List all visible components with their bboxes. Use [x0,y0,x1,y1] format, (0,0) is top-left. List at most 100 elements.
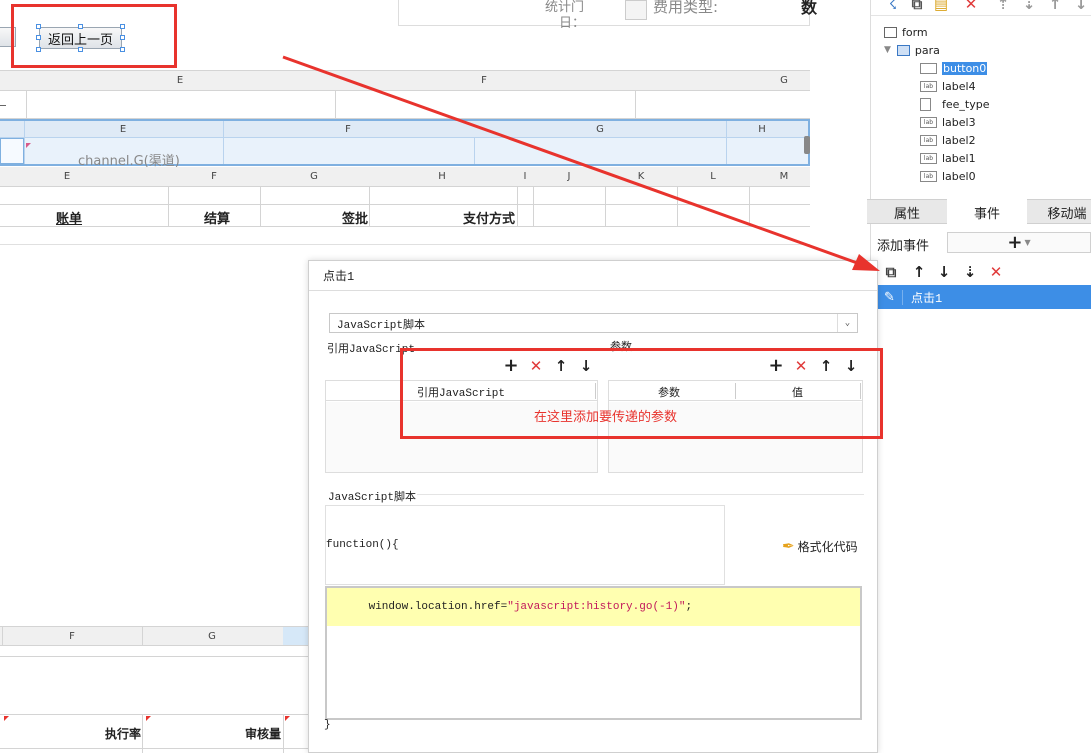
col-header-f[interactable]: F [62,631,82,642]
copy-icon[interactable]: ⧉ [883,264,899,280]
code-line-1[interactable]: window.location.href="javascript:history… [327,588,860,626]
link-icon[interactable]: ☇ [885,0,901,12]
tree-node-para[interactable]: ▼ para [884,42,940,58]
col-header-h[interactable]: H [752,124,772,135]
tree-label: label1 [942,151,976,165]
move-down-icon[interactable]: ↓ [1073,0,1089,12]
code-string: "javascript:history.go(-1)" [507,601,686,613]
event-type-select[interactable]: JavaScript脚本 ⌄ [329,313,858,333]
function-signature: function(){ [326,539,399,551]
code-editor[interactable]: window.location.href="javascript:history… [325,586,862,720]
col-header-m[interactable]: M [774,171,794,182]
label-icon: lab [920,134,937,146]
tree-node-form[interactable]: form [884,24,928,40]
partial-right-text: 数 [801,0,818,17]
tree-node-label1[interactable]: lab label1 [920,150,976,166]
move-bottom-icon[interactable]: ⇣ [962,264,978,280]
add-event-button[interactable]: + ▼ [947,232,1091,253]
tree-label: label3 [942,115,976,129]
tab-properties[interactable]: 属性 [867,200,947,225]
paste-icon[interactable]: ▤ [933,0,949,12]
col-header-h[interactable]: H [432,171,452,182]
col-header-e[interactable]: E [113,124,133,135]
grid4-header: F G [0,626,310,646]
bill-cell[interactable]: 账单 [56,208,82,227]
edit-icon: ✎ [877,289,903,305]
grid3-body: 账单 结算 签批 支付方式 [0,187,810,227]
select-value: JavaScript脚本 [337,320,426,332]
tree-label: label2 [942,133,976,147]
col-header-g[interactable]: G [304,171,324,182]
closing-brace: } [324,719,331,731]
back-button-annotation [11,4,177,68]
event-item-click1[interactable]: ✎ 点击1 [877,285,1091,309]
settle-cell[interactable]: 结算 [204,208,230,227]
col-header-e[interactable]: E [57,171,77,182]
move-up-icon[interactable]: ↑ [1047,0,1063,12]
grid1-row [0,91,810,119]
label-icon: lab [920,116,937,128]
move-up-icon[interactable]: ↑ [911,264,927,280]
stat-label-2: 日： [559,16,586,31]
pay-cell[interactable]: 支付方式 [463,208,515,227]
format-code-button[interactable]: ✒ 格式化代码 [782,537,858,555]
col-header-e[interactable]: E [170,75,190,86]
event-dialog: 点击1 JavaScript脚本 ⌄ 引用JavaScript 参数 + ✕ ↑… [308,260,883,753]
tree-node-button0[interactable]: button0 [920,60,988,76]
col-header-k[interactable]: K [631,171,651,182]
move-top-icon[interactable]: ⇡ [995,0,1011,12]
code-text: ; [685,601,693,613]
tab-mobile[interactable]: 移动端 [1027,200,1091,225]
tab-events[interactable]: 事件 [947,199,1027,225]
fee-type-label: 费用类型: [653,0,719,16]
tree-node-fee-type[interactable]: fee_type [920,96,989,112]
tree-node-label4[interactable]: lab label4 [920,78,976,94]
approve-cell[interactable]: 签批 [342,208,368,227]
tree-node-label3[interactable]: lab label3 [920,114,976,130]
tree-node-label0[interactable]: lab label0 [920,168,976,184]
params-hint: 在这里添加要传递的参数 [534,410,678,425]
combo-icon [920,97,931,111]
tree-label: para [914,43,940,57]
grid3-header: E F G H I J K L M [0,167,810,187]
brush-icon: ✒ [782,537,795,555]
collapse-arrow-icon[interactable]: ▼ [884,45,891,55]
chevron-down-icon[interactable]: ⌄ [837,314,857,332]
move-bottom-icon[interactable]: ⇣ [1021,0,1037,12]
col-header-i[interactable]: I [515,171,535,182]
audit-cell[interactable]: 审核量 [245,725,281,742]
script-label: JavaScript脚本 [328,492,417,504]
delete-icon[interactable]: ✕ [988,264,1004,280]
dropdown-stub[interactable] [625,0,647,20]
tree-toolbar: ☇ ⧉ ▤ ✕ ⇡ ⇣ ↑ ↓ [871,0,1091,16]
tree-node-label2[interactable]: lab label2 [920,132,976,148]
col-header-l[interactable]: L [703,171,723,182]
event-label: 点击1 [911,291,943,306]
params-annotation [400,348,883,439]
form-param-box: 统计门 日： 费用类型: 数 [398,0,817,31]
col-header-f[interactable]: F [204,171,224,182]
tree-label: label0 [942,169,976,183]
dialog-title: 点击1 [309,261,877,291]
rate-cell[interactable]: 执行率 [105,725,141,742]
label-icon: lab [920,80,937,92]
plus-icon: + [1007,231,1023,253]
col-header-g[interactable]: G [774,75,794,86]
para-icon [896,44,910,56]
col-header-f[interactable]: F [338,124,358,135]
move-down-icon[interactable]: ↓ [936,264,952,280]
tree-label: fee_type [942,97,990,111]
grid1-header: E F G [0,70,810,91]
delete-icon[interactable]: ✕ [963,0,979,12]
col-header-f[interactable]: F [474,75,494,86]
col-header-g[interactable]: G [590,124,610,135]
tree-label: button0 [942,61,988,75]
function-signature-box: function(){ [325,505,725,585]
label-icon: lab [920,170,937,182]
col-header-j[interactable]: J [559,171,579,182]
grid2-block: E F G H channel.G(渠道) [0,119,810,169]
right-panel: ☇ ⧉ ▤ ✕ ⇡ ⇣ ↑ ↓ [870,0,1091,753]
add-event-label: 添加事件 [877,239,930,254]
col-header-g[interactable]: G [202,631,222,642]
copy-icon[interactable]: ⧉ [909,0,925,12]
